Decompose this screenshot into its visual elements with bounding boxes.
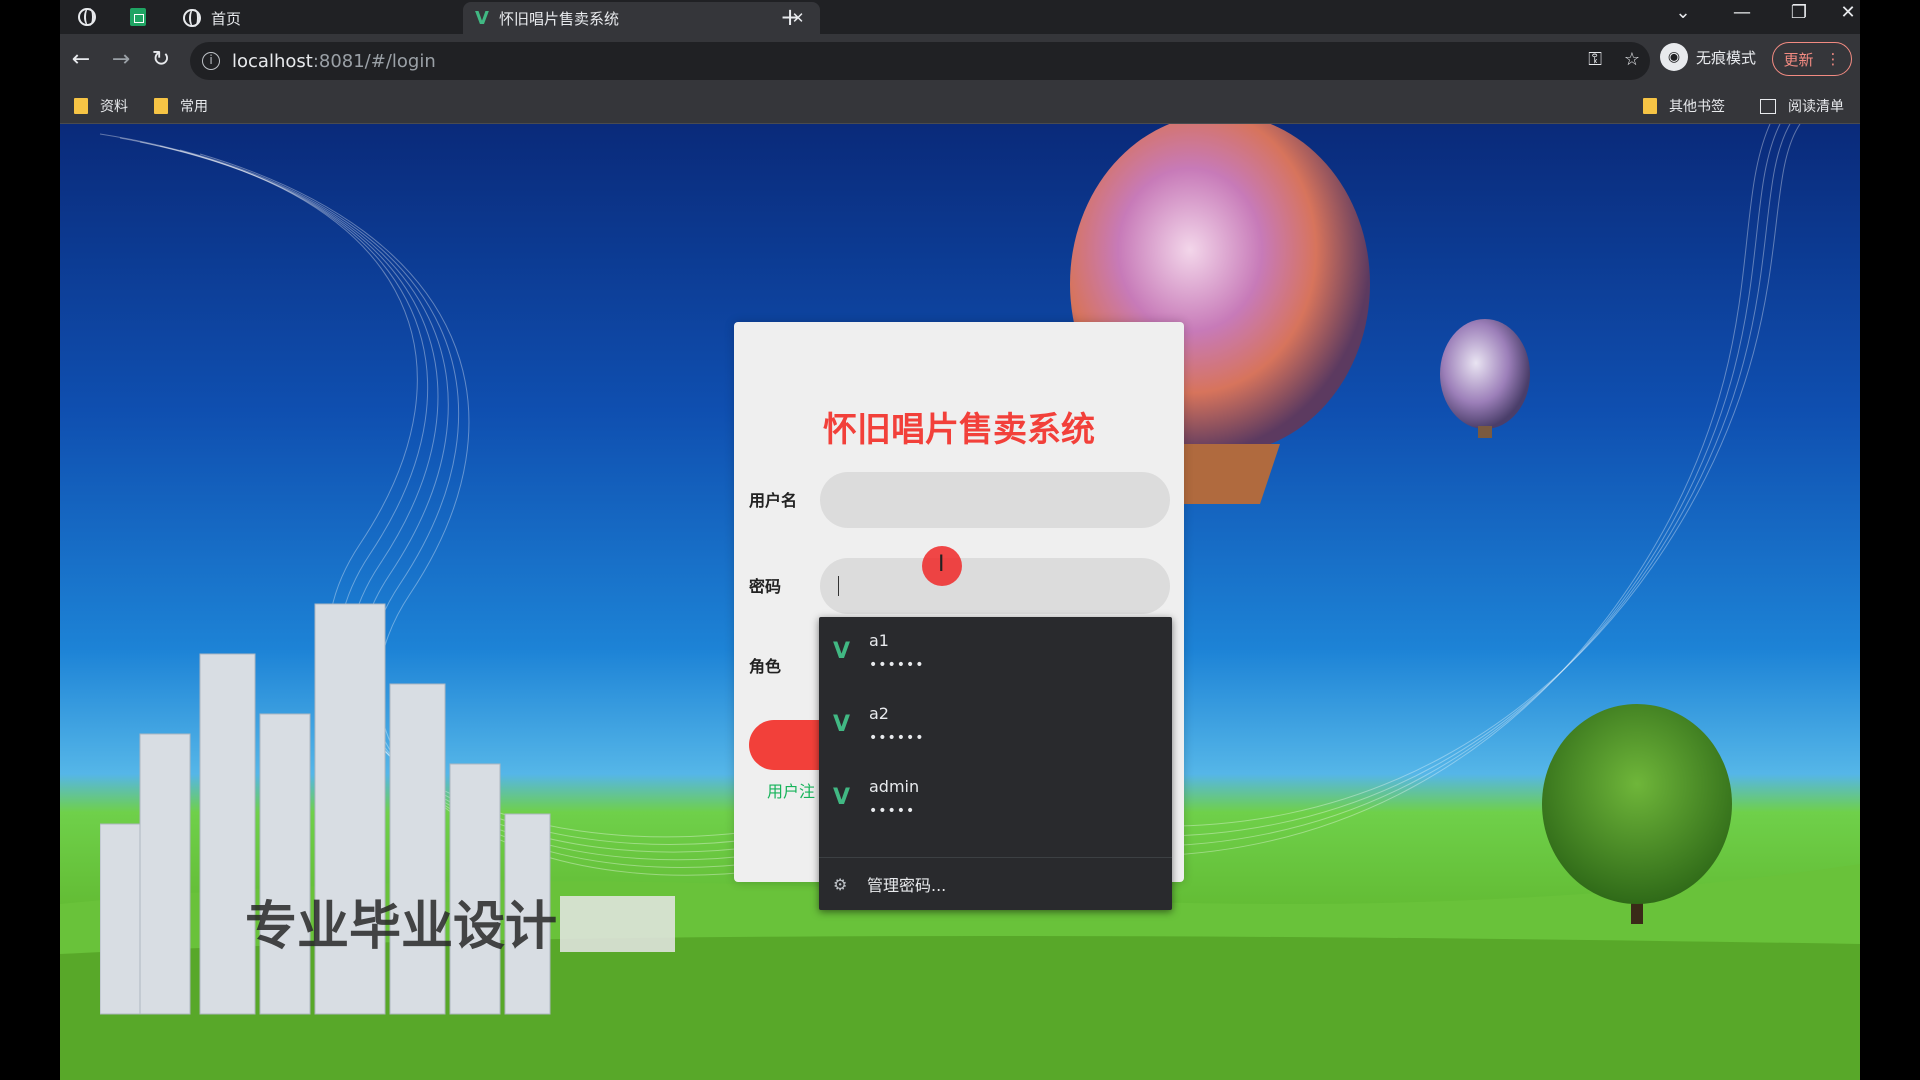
bookmark-folder[interactable]: 资料 [74, 96, 128, 116]
toolbar: ← → ↻ i localhost:8081/#/login ⚿ ☆ ◉ 无痕模… [60, 34, 1860, 88]
reading-list-icon [1760, 98, 1776, 114]
incognito-label: 无痕模式 [1696, 48, 1757, 67]
username-label: 用户名 [749, 491, 798, 510]
pinned-tab-globe[interactable] [74, 5, 100, 29]
back-icon[interactable]: ← [66, 47, 96, 72]
text-caret [838, 576, 839, 596]
password-label: 密码 [749, 577, 782, 596]
autofill-entry[interactable]: V a1 •••••• [819, 617, 1172, 689]
folder-icon [154, 98, 168, 114]
watermark-mask [560, 896, 675, 952]
autofill-password: ••••• [869, 803, 916, 819]
bookmark-folder[interactable]: 常用 [154, 96, 208, 116]
password-input[interactable] [820, 558, 1170, 614]
tree [1542, 704, 1732, 904]
reading-list[interactable]: 阅读清单 [1760, 96, 1844, 116]
bookmark-label: 资料 [100, 99, 128, 115]
reload-icon[interactable]: ↻ [146, 47, 176, 72]
bookmarks-bar: 资料 常用 其他书签 阅读清单 [60, 88, 1860, 124]
tab-search-icon[interactable]: ⌄ [1663, 2, 1703, 23]
url-path: :8081/#/login [312, 50, 436, 72]
incognito-icon: ◉ [1660, 43, 1688, 71]
manage-passwords-label: 管理密码... [867, 876, 947, 895]
tab-label: 首页 [211, 9, 242, 28]
watermark-text: 专业毕业设计 [245, 897, 558, 957]
forward-icon[interactable]: → [106, 47, 136, 72]
folder-icon [1643, 98, 1657, 114]
folder-icon [74, 98, 88, 114]
role-label: 角色 [749, 657, 782, 676]
autofill-entry[interactable]: V admin ••••• [819, 763, 1172, 835]
tab-login[interactable]: V 怀旧唱片售卖系统 ✕ [463, 2, 820, 34]
update-button[interactable]: 更新 ⋮ [1772, 42, 1852, 76]
bookmark-label: 常用 [180, 99, 208, 115]
vue-icon: V [833, 785, 851, 810]
tab-label: 怀旧唱片售卖系统 [498, 9, 619, 28]
pinned-tab-sheets[interactable] [125, 5, 151, 29]
manage-passwords-item[interactable]: ⚙ 管理密码... [819, 858, 1172, 910]
reading-list-label: 阅读清单 [1788, 99, 1844, 115]
vue-icon: V [833, 712, 851, 737]
minimize-icon[interactable]: — [1722, 2, 1762, 23]
hot-air-balloon-small [1440, 319, 1530, 429]
autofill-username: a2 [869, 704, 889, 723]
sheets-icon [130, 8, 146, 26]
login-page: 专业毕业设计 怀旧唱片售卖系统 用户名 密码 角色 用户注 I V a1 •••… [60, 124, 1860, 1080]
password-autofill-dropdown: V a1 •••••• V a2 •••••• V admin ••••• ⚙ … [819, 617, 1172, 910]
page-title: 怀旧唱片售卖系统 [823, 410, 1095, 450]
autofill-username: admin [869, 777, 920, 796]
globe-icon [78, 8, 96, 26]
tab-strip: 首页 ✕ V 怀旧唱片售卖系统 ✕ + ⌄ — ❐ ✕ [60, 0, 1860, 34]
register-link[interactable]: 用户注 [767, 778, 815, 802]
autofill-password: •••••• [869, 657, 925, 673]
restore-icon[interactable]: ❐ [1779, 2, 1819, 23]
update-label: 更新 [1783, 50, 1814, 69]
autofill-username: a1 [869, 631, 889, 650]
text-cursor-icon: I [938, 552, 945, 577]
address-bar[interactable]: i localhost:8081/#/login ⚿ ☆ [190, 42, 1650, 80]
autofill-password: •••••• [869, 730, 925, 746]
key-icon[interactable]: ⚿ [1588, 49, 1602, 70]
globe-icon [183, 9, 201, 27]
username-input[interactable] [820, 472, 1170, 528]
autofill-entry[interactable]: V a2 •••••• [819, 690, 1172, 762]
other-bookmarks[interactable]: 其他书签 [1643, 96, 1725, 116]
incognito-indicator[interactable]: ◉ 无痕模式 [1660, 43, 1756, 71]
window-close-icon[interactable]: ✕ [1836, 2, 1860, 23]
url-host: localhost [232, 50, 313, 72]
vue-icon: V [833, 639, 851, 664]
more-icon: ⋮ [1825, 50, 1841, 68]
info-icon[interactable]: i [202, 52, 220, 70]
browser-window: 首页 ✕ V 怀旧唱片售卖系统 ✕ + ⌄ — ❐ ✕ ← → ↻ i loca… [60, 0, 1860, 1080]
star-icon[interactable]: ☆ [1624, 49, 1640, 70]
vue-icon: V [475, 7, 489, 29]
other-bookmarks-label: 其他书签 [1669, 99, 1725, 115]
gear-icon: ⚙ [833, 874, 848, 894]
new-tab-button[interactable]: + [780, 3, 800, 31]
